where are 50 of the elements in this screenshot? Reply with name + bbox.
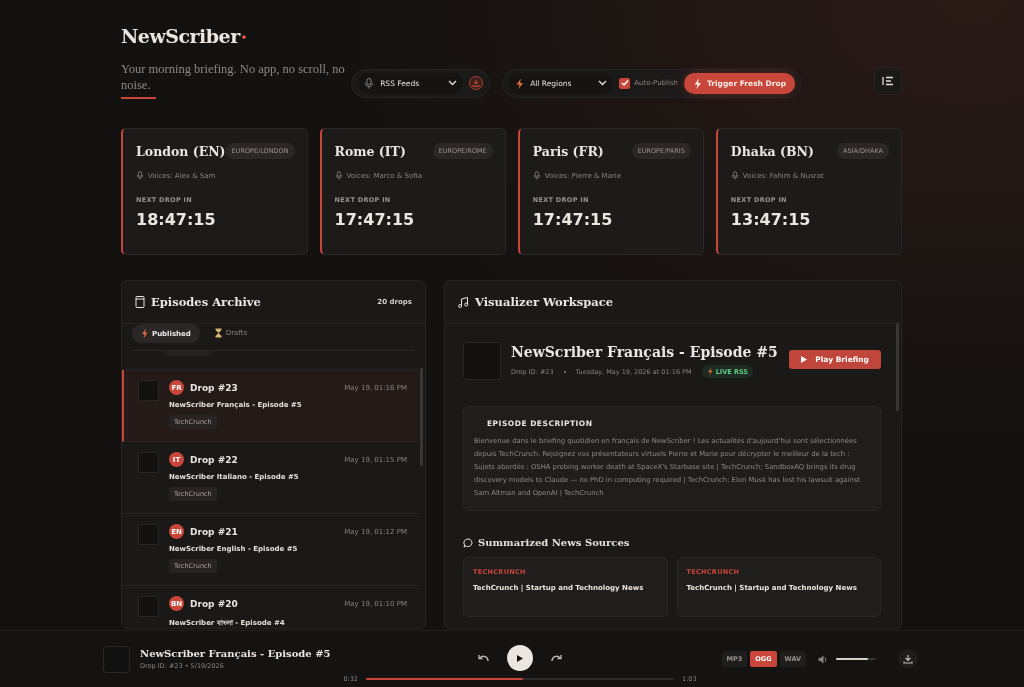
- section-title: Summarized News Sources: [478, 537, 630, 548]
- rewind-button[interactable]: [478, 654, 489, 662]
- play-icon: [801, 356, 808, 363]
- chat-bubble-icon: [463, 537, 473, 548]
- redo-arrow-icon: [551, 654, 562, 662]
- drop-number: Drop #22: [190, 454, 239, 465]
- drop-number: Drop #20: [190, 598, 239, 609]
- microphone-icon: [364, 77, 375, 89]
- forward-button[interactable]: [551, 654, 562, 662]
- lightning-icon: [515, 77, 525, 89]
- lightning-icon: [141, 328, 148, 339]
- track-title: NewScriber Français - Episode #5: [140, 648, 331, 659]
- microphone-icon: [334, 171, 343, 180]
- chevron-down-icon: [448, 80, 458, 86]
- city-name: Rome (IT): [334, 143, 406, 159]
- menu-button[interactable]: [874, 67, 902, 95]
- lightning-icon: [706, 367, 713, 376]
- speaker-icon: [818, 654, 828, 664]
- city-name: London (EN): [136, 143, 226, 159]
- microphone-icon: [730, 171, 739, 180]
- menu-icon: [882, 76, 894, 86]
- lightning-icon: [693, 77, 702, 89]
- download-button[interactable]: [898, 649, 918, 669]
- panel-title: Visualizer Workspace: [475, 295, 613, 309]
- city-name: Paris (FR): [532, 143, 604, 159]
- download-icon: [903, 654, 913, 664]
- countdown: 13:47:15: [730, 210, 812, 229]
- accent-underline: [121, 97, 156, 99]
- auto-publish-checkbox[interactable]: [619, 77, 631, 89]
- drop-number: Drop #23: [190, 382, 239, 393]
- countdown: 17:47:15: [532, 210, 614, 229]
- chevron-down-icon: [598, 80, 608, 86]
- download-button[interactable]: [469, 76, 484, 90]
- hourglass-icon: [214, 328, 222, 338]
- download-icon: [472, 79, 481, 87]
- undo-arrow-icon: [478, 654, 489, 662]
- book-icon: [135, 296, 145, 308]
- tagline: Your morning briefing. No app, no scroll, no noise.: [121, 61, 346, 93]
- episode-title: NewScriber Français - Episode #5: [511, 344, 779, 360]
- microphone-icon: [136, 171, 144, 180]
- city-name: Dhaka (BN): [730, 143, 814, 159]
- music-note-icon: [458, 296, 469, 308]
- countdown: 17:47:15: [334, 210, 416, 229]
- panel-title: Episodes Archive: [151, 295, 261, 309]
- microphone-icon: [532, 171, 541, 180]
- countdown: 18:47:15: [136, 210, 217, 229]
- play-button[interactable]: [507, 645, 533, 671]
- cover-thumbnail: [103, 645, 130, 673]
- drop-number: Drop #21: [190, 526, 239, 537]
- play-icon: [517, 654, 523, 662]
